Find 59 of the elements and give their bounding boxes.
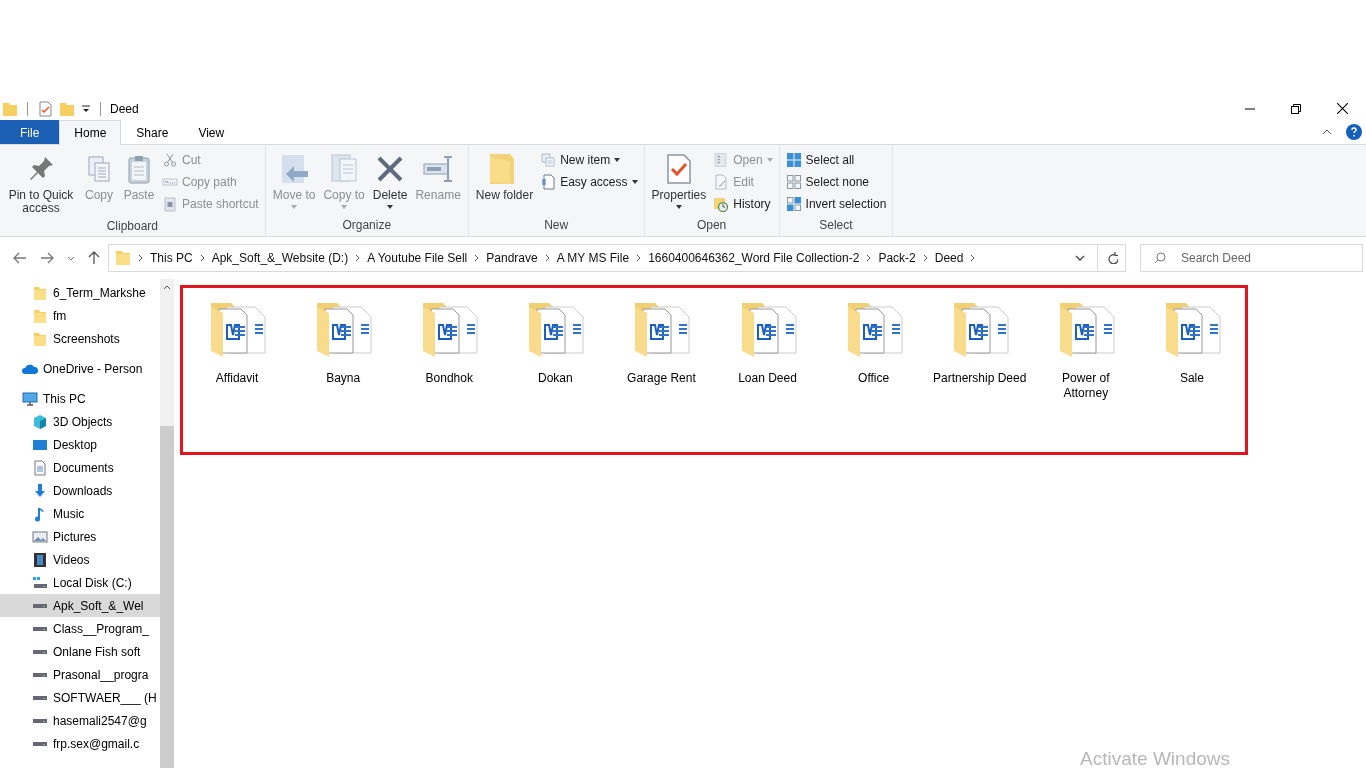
nav-item[interactable]: Videos	[0, 548, 160, 571]
breadcrumb[interactable]: Deed	[934, 251, 964, 265]
nav-item[interactable]: hasemali2547@g	[0, 709, 160, 732]
nav-item[interactable]: Screenshots	[0, 327, 160, 350]
breadcrumb[interactable]: Pack-2	[878, 251, 916, 265]
group-label: Clipboard	[105, 219, 160, 235]
search-field[interactable]: Search Deed	[1140, 244, 1363, 272]
address-bar[interactable]: This PC Apk_Soft_&_Website (D:) A Youtube File Sell Pandrave A MY MS File 1660400646362_Word File Collection-2 Pack-2 Deed	[108, 244, 1098, 272]
ribbon-button[interactable]: Easy access	[538, 173, 640, 191]
nav-item[interactable]: Class__Program_	[0, 617, 160, 640]
folder-name[interactable]: Loan Deed	[738, 371, 797, 386]
folder-name[interactable]: Power of Attorney	[1050, 371, 1121, 401]
nav-item[interactable]: SOFTWAER___ (H	[0, 686, 160, 709]
folder-name[interactable]: Dokan	[538, 371, 573, 386]
nav-item[interactable]: Downloads	[0, 479, 160, 502]
group-label: Organize	[341, 218, 393, 234]
ribbon-button[interactable]: Select none	[783, 173, 889, 191]
nav-item[interactable]: 6_Term_Markshe	[0, 281, 160, 304]
nav-item[interactable]: Apk_Soft_&_Wel	[0, 594, 160, 617]
ribbon-button[interactable]: Select all	[783, 151, 889, 169]
ribbon-tab[interactable]: File	[0, 120, 60, 144]
folder-name[interactable]: Garage Rent	[627, 371, 696, 386]
ribbon-tab[interactable]: Home	[59, 120, 122, 145]
ribbon-button[interactable]: History	[711, 195, 775, 213]
nav-item[interactable]: frp.sex@gmail.c	[0, 732, 160, 755]
ribbon-button[interactable]: Properties	[648, 149, 710, 218]
group-label: New	[543, 218, 570, 234]
nav-item[interactable]: Documents	[0, 456, 160, 479]
breadcrumb[interactable]: Apk_Soft_&_Website (D:)	[211, 251, 349, 265]
group-label: Select	[818, 218, 854, 234]
nav-item[interactable]: Onlane Fish soft	[0, 640, 160, 663]
nav-item[interactable]: OneDrive - Person	[0, 357, 160, 380]
folder-name[interactable]: Sale	[1179, 371, 1204, 386]
folder-name[interactable]: Partnership Deed	[933, 371, 1027, 386]
nav-item[interactable]: Desktop	[0, 433, 160, 456]
ribbon-button[interactable]: New item	[538, 151, 640, 169]
breadcrumb[interactable]: 1660400646362_Word File Collection-2	[648, 251, 860, 265]
nav-item[interactable]: This PC	[0, 387, 160, 410]
nav-item[interactable]: fm	[0, 304, 160, 327]
ribbon-button[interactable]: Delete	[369, 149, 411, 218]
folder-name[interactable]: Bayna	[326, 371, 361, 386]
ribbon-button[interactable]: Invert selection	[783, 195, 889, 213]
group-label: Open	[695, 218, 728, 234]
ribbon-button[interactable]: New folder	[472, 149, 537, 218]
nav-item[interactable]: Music	[0, 502, 160, 525]
nav-item[interactable]: 3D Objects	[0, 410, 160, 433]
breadcrumb[interactable]: A MY MS File	[556, 251, 630, 265]
nav-item[interactable]: Local Disk (C:)	[0, 571, 160, 594]
breadcrumb[interactable]: This PC	[150, 251, 193, 265]
activation-notice: Activate Windows	[1080, 748, 1230, 768]
folder-name[interactable]: Office	[858, 371, 890, 386]
breadcrumb[interactable]: Pandrave	[486, 251, 538, 265]
breadcrumb[interactable]: A Youtube File Sell	[367, 251, 468, 265]
nav-item[interactable]: Pictures	[0, 525, 160, 548]
folder-name[interactable]: Affidavit	[215, 371, 259, 386]
ribbon-button[interactable]: Pin to Quick access	[4, 149, 78, 219]
folder-name[interactable]: Bondhok	[425, 371, 473, 386]
nav-item[interactable]: Prasonal__progra	[0, 663, 160, 686]
window-title: Deed	[110, 101, 139, 116]
